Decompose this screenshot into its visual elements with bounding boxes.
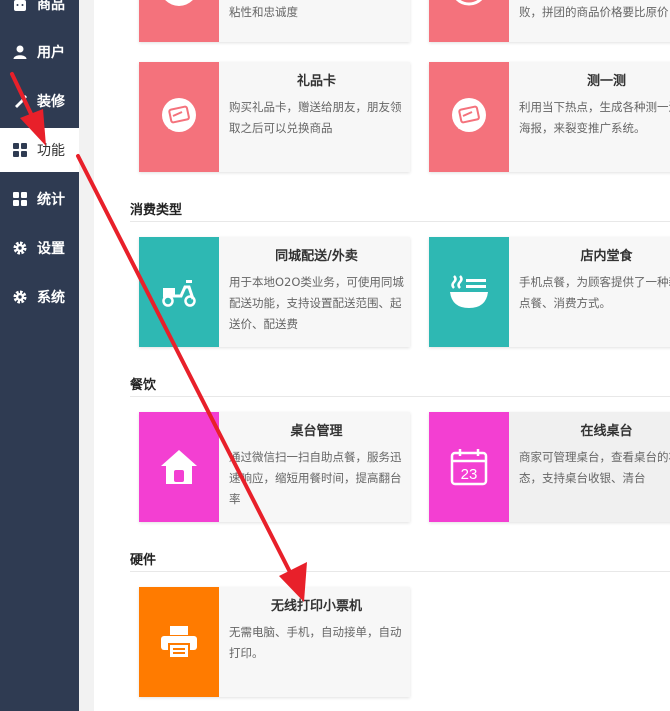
section-title-consumption: 消费类型: [130, 203, 183, 218]
card-desc: 一起购买才能完成拼团，否则失败，拼团的商品价格要比原价: [519, 5, 669, 19]
sidebar-item-features[interactable]: 功能: [0, 128, 79, 172]
card-icon-area: [139, 0, 219, 42]
sidebar-item-label: 用户: [37, 45, 65, 61]
card-icon-area: [139, 412, 219, 522]
sidebar-item-system[interactable]: 系统: [0, 275, 79, 319]
section-title-hardware: 硬件: [130, 553, 157, 568]
card-desc: 手机点餐，为顾客提供了一种新的点餐、消费方式。: [519, 275, 670, 310]
gear-icon: [12, 289, 28, 305]
card-title: 在线桌台: [580, 424, 633, 439]
gear-icon: [12, 240, 28, 256]
card-desc: 商家可管理桌台，查看桌台的状态，支持桌台收银、清台: [519, 450, 670, 485]
bowl-icon: [450, 275, 488, 308]
feature-card-table-management[interactable]: 桌台管理 通过微信扫一扫自助点餐，服务迅速响应，缩短用餐时间，提高翻台率: [139, 412, 410, 522]
main-content: . 值开消费赤额，生复购，提高客户粘性和忠诚度 . 一起购买才能完成拼团，否则失…: [94, 0, 670, 711]
scooter-icon: [162, 280, 196, 307]
card-desc: 无需电脑、手机，自动接单，自动打印。: [229, 625, 402, 660]
card-title: 礼品卡: [296, 74, 336, 89]
card-icon-area: [429, 237, 509, 347]
calendar-icon: 23: [450, 449, 488, 486]
card-icon-area: [429, 62, 509, 172]
brush-icon: [12, 93, 28, 109]
card-title: 无线打印小票机: [270, 599, 362, 614]
printer-icon: [161, 626, 197, 659]
card-desc: 用于本地O2O类业务，可使用同城配送功能，支持设置配送范围、起送价、配送费: [229, 275, 404, 331]
user-icon: [12, 44, 28, 60]
feature-card-quiz[interactable]: 测一测 利用当下热点，生成各种测一测的海报，来裂变推广系统。: [429, 62, 670, 172]
card-icon-area: [429, 0, 509, 42]
sidebar-item-label: 统计: [37, 192, 65, 208]
feature-card-online-table[interactable]: 23 在线桌台 商家可管理桌台，查看桌台的状态，支持桌台收银、清台: [429, 412, 670, 522]
section-title-catering: 餐饮: [130, 378, 157, 393]
feature-card-prepaid[interactable]: . 值开消费赤额，生复购，提高客户粘性和忠诚度: [139, 0, 410, 42]
sidebar-item-label: 设置: [37, 241, 65, 257]
card-desc: 通过微信扫一扫自助点餐，服务迅速响应，缩短用餐时间，提高翻台率: [229, 450, 402, 506]
sidebar: 商品 用户 装修 功能 统计 设置 系统: [0, 0, 79, 711]
card-title: 同城配送/外卖: [275, 249, 358, 264]
feature-card-delivery[interactable]: 同城配送/外卖 用于本地O2O类业务，可使用同城配送功能，支持设置配送范围、起送…: [139, 237, 410, 347]
feature-card-dine-in[interactable]: 店内堂食 手机点餐，为顾客提供了一种新的点餐、消费方式。: [429, 237, 670, 347]
feature-card-gift-card[interactable]: 礼品卡 购买礼品卡，赠送给朋友，朋友领取之后可以兑换商品: [139, 62, 410, 172]
card-icon-area: [139, 62, 219, 172]
card-desc: 值开消费赤额，生复购，提高客户粘性和忠诚度: [229, 5, 298, 19]
card-desc: 利用当下热点，生成各种测一测的海报，来裂变推广系统。: [519, 100, 670, 135]
section-divider: [130, 571, 670, 572]
section-divider: [130, 221, 670, 222]
sidebar-item-goods[interactable]: 商品: [0, 0, 79, 26]
calendar-day-number: 23: [461, 466, 478, 483]
sidebar-item-statistics[interactable]: 统计: [0, 177, 79, 221]
group-buy-icon: [455, 0, 483, 6]
sidebar-item-label: 商品: [37, 0, 65, 13]
sidebar-item-decoration[interactable]: 装修: [0, 79, 79, 123]
gift-card-icon: [165, 0, 193, 6]
bag-icon: [12, 0, 28, 12]
section-divider: [130, 396, 670, 397]
grid-icon: [12, 142, 28, 158]
card-icon-area: [139, 587, 219, 697]
card-icon-area: 23: [429, 412, 509, 522]
card-title: 测一测: [586, 74, 626, 89]
grid-icon: [12, 191, 28, 207]
sidebar-item-users[interactable]: 用户: [0, 30, 79, 74]
sidebar-item-label: 功能: [37, 143, 65, 159]
card-title: 店内堂食: [580, 249, 633, 264]
quiz-icon: [452, 98, 486, 132]
sidebar-item-settings[interactable]: 设置: [0, 226, 79, 270]
card-title: 桌台管理: [290, 424, 343, 439]
home-icon: [161, 450, 197, 484]
feature-card-printer[interactable]: 无线打印小票机 无需电脑、手机，自动接单，自动打印。: [139, 587, 410, 697]
card-icon-area: [139, 237, 219, 347]
sidebar-item-label: 系统: [37, 290, 65, 306]
feature-card-group-buy[interactable]: . 一起购买才能完成拼团，否则失败，拼团的商品价格要比原价: [429, 0, 670, 42]
gift-card-icon: [162, 98, 196, 132]
card-desc: 购买礼品卡，赠送给朋友，朋友领取之后可以兑换商品: [229, 100, 402, 135]
sidebar-item-label: 装修: [37, 94, 65, 110]
